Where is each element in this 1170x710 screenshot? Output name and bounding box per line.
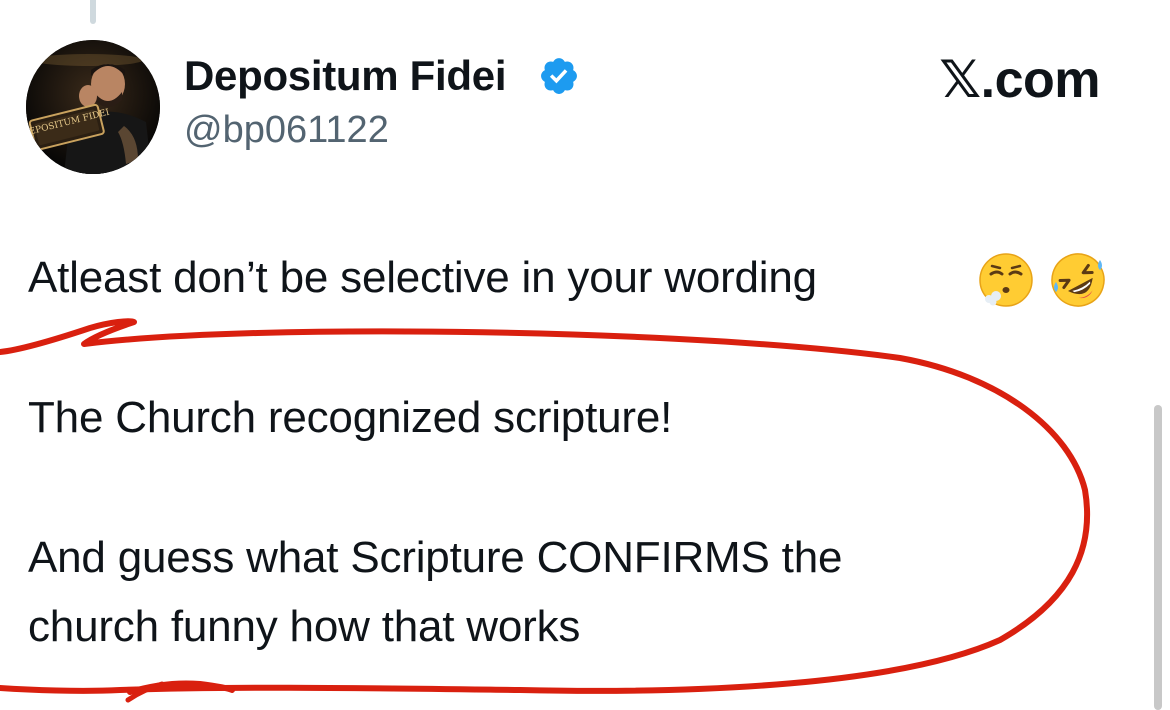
avatar-image xyxy=(26,40,160,174)
author-display-name[interactable]: Depositum Fidei xyxy=(184,51,507,101)
tweet-text-line-4: church funny how that works xyxy=(28,602,581,651)
source-label: 𝕏.com xyxy=(939,51,1100,109)
avatar[interactable]: DEPOSITUM FIDEI xyxy=(26,40,160,174)
author-handle[interactable]: @bp061122 xyxy=(184,106,389,154)
verified-badge-icon xyxy=(541,58,577,94)
thread-connector-line xyxy=(90,0,96,24)
face-exhaling-emoji xyxy=(979,253,1033,307)
rolling-on-floor-laughing-emoji xyxy=(1051,253,1105,307)
scrollbar[interactable] xyxy=(1154,405,1162,710)
tweet-text-line-1: Atleast don’t be selective in your wordi… xyxy=(28,253,817,302)
tweet-text-line-2: The Church recognized scripture! xyxy=(28,393,673,442)
tweet-text-line-3: And guess what Scripture CONFIRMS the xyxy=(28,533,843,582)
